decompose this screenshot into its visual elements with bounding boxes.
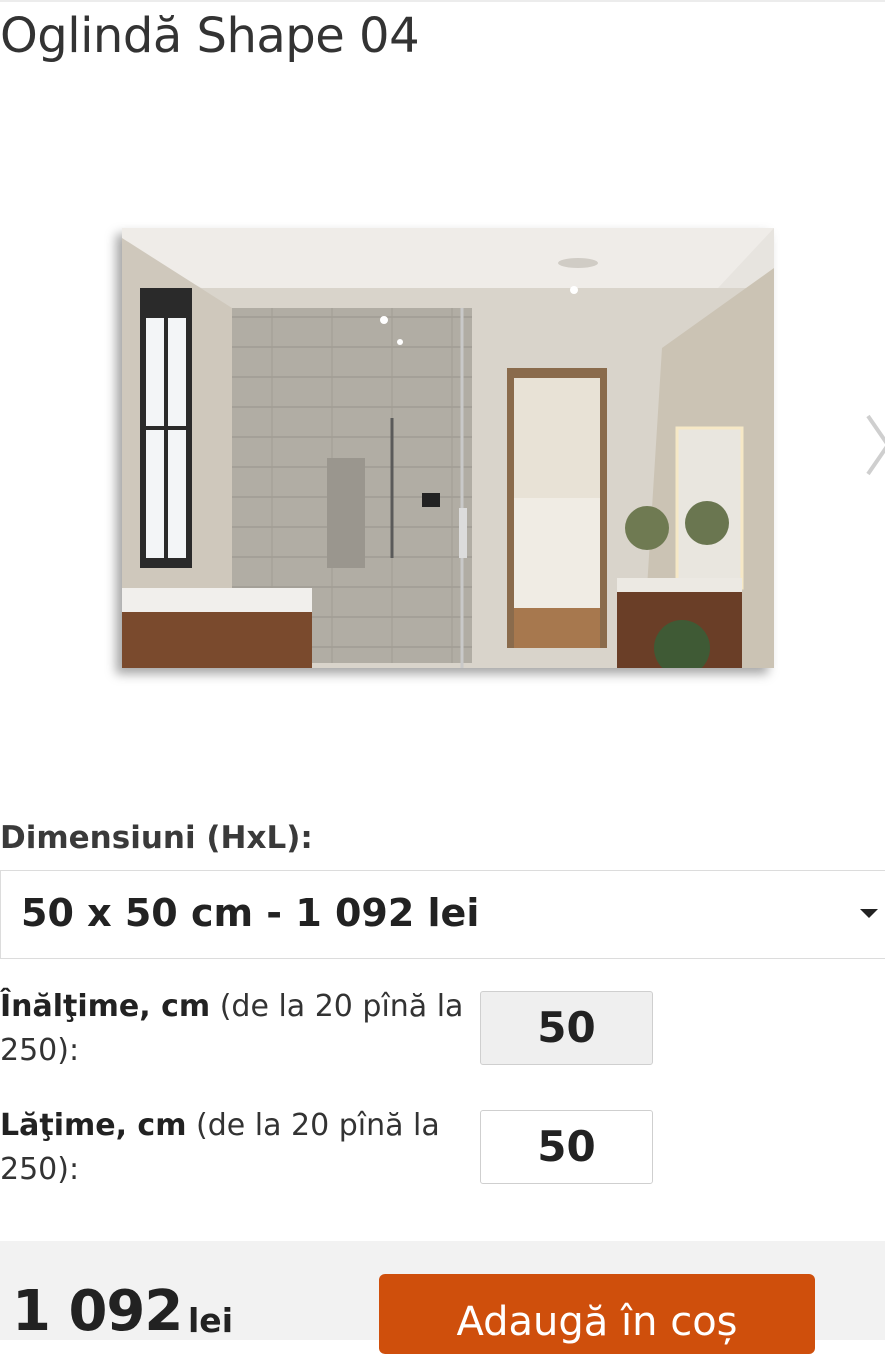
purchase-bar: 1 092 lei Adaugă în coș	[0, 1241, 885, 1354]
dimensions-selected-value: 50 x 50 cm - 1 092 lei	[21, 891, 480, 935]
top-divider	[0, 0, 885, 2]
dimensions-select[interactable]: 50 x 50 cm - 1 092 lei	[0, 870, 885, 959]
price-amount: 1 092	[12, 1279, 183, 1344]
width-field-label: Lăţime, cm (de la 20 pînă la 250):	[0, 1104, 465, 1192]
add-to-cart-button[interactable]: Adaugă în coș	[379, 1274, 815, 1354]
height-input[interactable]: 50	[480, 991, 653, 1065]
page-title: Oglindă Shape 04	[0, 8, 420, 64]
dimensions-label: Dimensiuni (HxL):	[0, 820, 313, 856]
width-input[interactable]: 50	[480, 1110, 653, 1184]
height-field-label: Înălţime, cm (de la 20 pînă la 250):	[0, 985, 465, 1073]
product-gallery[interactable]	[0, 200, 885, 700]
chevron-right-icon[interactable]	[862, 410, 885, 480]
width-label-bold: Lăţime, cm	[0, 1108, 187, 1143]
height-label-bold: Înălţime, cm	[0, 989, 211, 1024]
product-image[interactable]	[122, 228, 774, 668]
price-currency: lei	[188, 1301, 234, 1340]
caret-down-icon	[860, 909, 878, 918]
